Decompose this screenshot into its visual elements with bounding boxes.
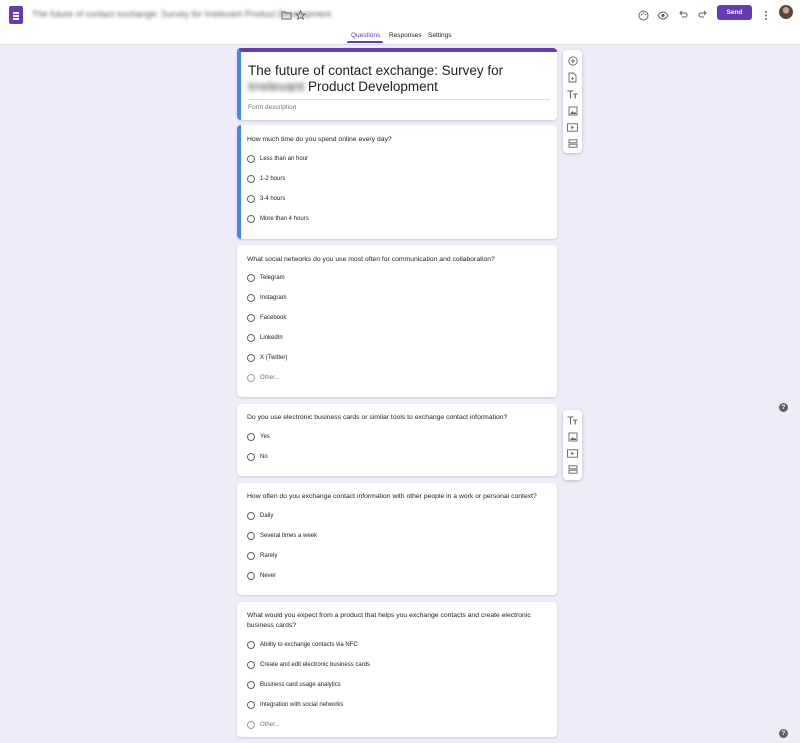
star-icon[interactable] bbox=[293, 8, 307, 22]
radio-icon[interactable] bbox=[247, 314, 255, 322]
question-title[interactable]: What would you expect from a product tha… bbox=[247, 611, 547, 631]
help-icon[interactable]: ? bbox=[779, 729, 788, 738]
option-row[interactable]: Daily bbox=[247, 511, 273, 521]
option-row[interactable]: Ability to exchange contacts via NFC bbox=[247, 640, 358, 650]
import-questions-icon[interactable] bbox=[567, 72, 578, 83]
forms-app-icon[interactable] bbox=[9, 6, 23, 24]
add-image-icon[interactable] bbox=[567, 105, 578, 116]
radio-icon[interactable] bbox=[247, 175, 255, 183]
radio-icon[interactable] bbox=[247, 433, 255, 441]
tab-questions[interactable]: Questions bbox=[351, 32, 380, 39]
option-row[interactable]: Yes bbox=[247, 432, 270, 442]
option-other[interactable]: Other... bbox=[247, 373, 280, 383]
redo-icon[interactable] bbox=[696, 8, 710, 22]
radio-icon[interactable] bbox=[247, 552, 255, 560]
avatar[interactable] bbox=[779, 5, 793, 19]
radio-icon[interactable] bbox=[247, 532, 255, 540]
question-title[interactable]: How much time do you spend online every … bbox=[247, 135, 547, 145]
tab-settings[interactable]: Settings bbox=[428, 32, 452, 39]
radio-icon[interactable] bbox=[247, 374, 255, 382]
radio-icon[interactable] bbox=[247, 701, 255, 709]
question-card-2[interactable]: What social networks do you use most oft… bbox=[237, 245, 557, 397]
question-card-1[interactable]: How much time do you spend online every … bbox=[237, 125, 557, 239]
add-section-icon[interactable] bbox=[567, 464, 578, 475]
question-card-4[interactable]: How often do you exchange contact inform… bbox=[237, 483, 557, 595]
radio-icon[interactable] bbox=[247, 195, 255, 203]
radio-icon[interactable] bbox=[247, 294, 255, 302]
palette-icon[interactable] bbox=[636, 8, 650, 22]
radio-icon[interactable] bbox=[247, 155, 255, 163]
question-title[interactable]: How often do you exchange contact inform… bbox=[247, 492, 547, 502]
radio-icon[interactable] bbox=[247, 512, 255, 520]
form-description-input[interactable]: Form description bbox=[248, 104, 296, 111]
option-row[interactable]: Several times a week bbox=[247, 531, 317, 541]
title-divider bbox=[248, 99, 550, 100]
send-button[interactable]: Send bbox=[717, 5, 752, 20]
option-row[interactable]: Rarely bbox=[247, 551, 277, 561]
floating-toolbar-secondary bbox=[563, 410, 582, 480]
option-row[interactable]: Instagram bbox=[247, 293, 287, 303]
option-row[interactable]: Less than an hour bbox=[247, 154, 308, 164]
add-section-icon[interactable] bbox=[567, 138, 578, 149]
top-bar: The future of contact exchange: Survey f… bbox=[0, 0, 800, 45]
option-row[interactable]: Create and edit electronic business card… bbox=[247, 660, 370, 670]
preview-eye-icon[interactable] bbox=[656, 8, 670, 22]
option-row[interactable]: No bbox=[247, 452, 268, 462]
option-row[interactable]: Never bbox=[247, 571, 276, 581]
folder-icon[interactable] bbox=[279, 8, 293, 22]
add-video-icon[interactable] bbox=[567, 122, 578, 133]
option-row[interactable]: Business card usage analytics bbox=[247, 680, 341, 690]
option-row[interactable]: Telegram bbox=[247, 273, 285, 283]
radio-icon[interactable] bbox=[247, 572, 255, 580]
add-title-icon[interactable] bbox=[567, 89, 578, 100]
radio-icon[interactable] bbox=[247, 274, 255, 282]
form-header-card[interactable]: The future of contact exchange: Survey f… bbox=[237, 48, 557, 120]
question-title[interactable]: What social networks do you use most oft… bbox=[247, 255, 547, 265]
option-row[interactable]: Integration with social networks bbox=[247, 700, 343, 710]
question-title[interactable]: Do you use electronic business cards or … bbox=[247, 413, 547, 423]
radio-icon[interactable] bbox=[247, 215, 255, 223]
redacted-title-word: Irrelevant bbox=[248, 79, 305, 94]
option-row[interactable]: 1-2 hours bbox=[247, 174, 285, 184]
form-title[interactable]: The future of contact exchange: Survey f… bbox=[248, 63, 553, 95]
tab-responses[interactable]: Responses bbox=[389, 32, 422, 39]
radio-icon[interactable] bbox=[247, 641, 255, 649]
help-icon[interactable]: ? bbox=[779, 403, 788, 412]
active-tab-indicator bbox=[347, 41, 383, 43]
undo-icon[interactable] bbox=[676, 8, 690, 22]
option-other[interactable]: Other... bbox=[247, 720, 280, 730]
question-card-5[interactable]: What would you expect from a product tha… bbox=[237, 602, 557, 737]
radio-icon[interactable] bbox=[247, 661, 255, 669]
option-row[interactable]: More than 4 hours bbox=[247, 214, 309, 224]
question-card-3[interactable]: Do you use electronic business cards or … bbox=[237, 404, 557, 476]
add-video-icon[interactable] bbox=[567, 448, 578, 459]
option-row[interactable]: Facebook bbox=[247, 313, 286, 323]
radio-icon[interactable] bbox=[247, 721, 255, 729]
radio-icon[interactable] bbox=[247, 681, 255, 689]
more-vert-icon[interactable] bbox=[759, 8, 773, 22]
add-question-icon[interactable] bbox=[567, 55, 578, 66]
add-image-icon[interactable] bbox=[567, 431, 578, 442]
radio-icon[interactable] bbox=[247, 334, 255, 342]
radio-icon[interactable] bbox=[247, 354, 255, 362]
option-row[interactable]: 3-4 hours bbox=[247, 194, 285, 204]
option-row[interactable]: X (Twitter) bbox=[247, 353, 287, 363]
floating-toolbar bbox=[563, 50, 582, 153]
add-title-icon[interactable] bbox=[567, 415, 578, 426]
radio-icon[interactable] bbox=[247, 453, 255, 461]
option-row[interactable]: LinkedIn bbox=[247, 333, 283, 343]
